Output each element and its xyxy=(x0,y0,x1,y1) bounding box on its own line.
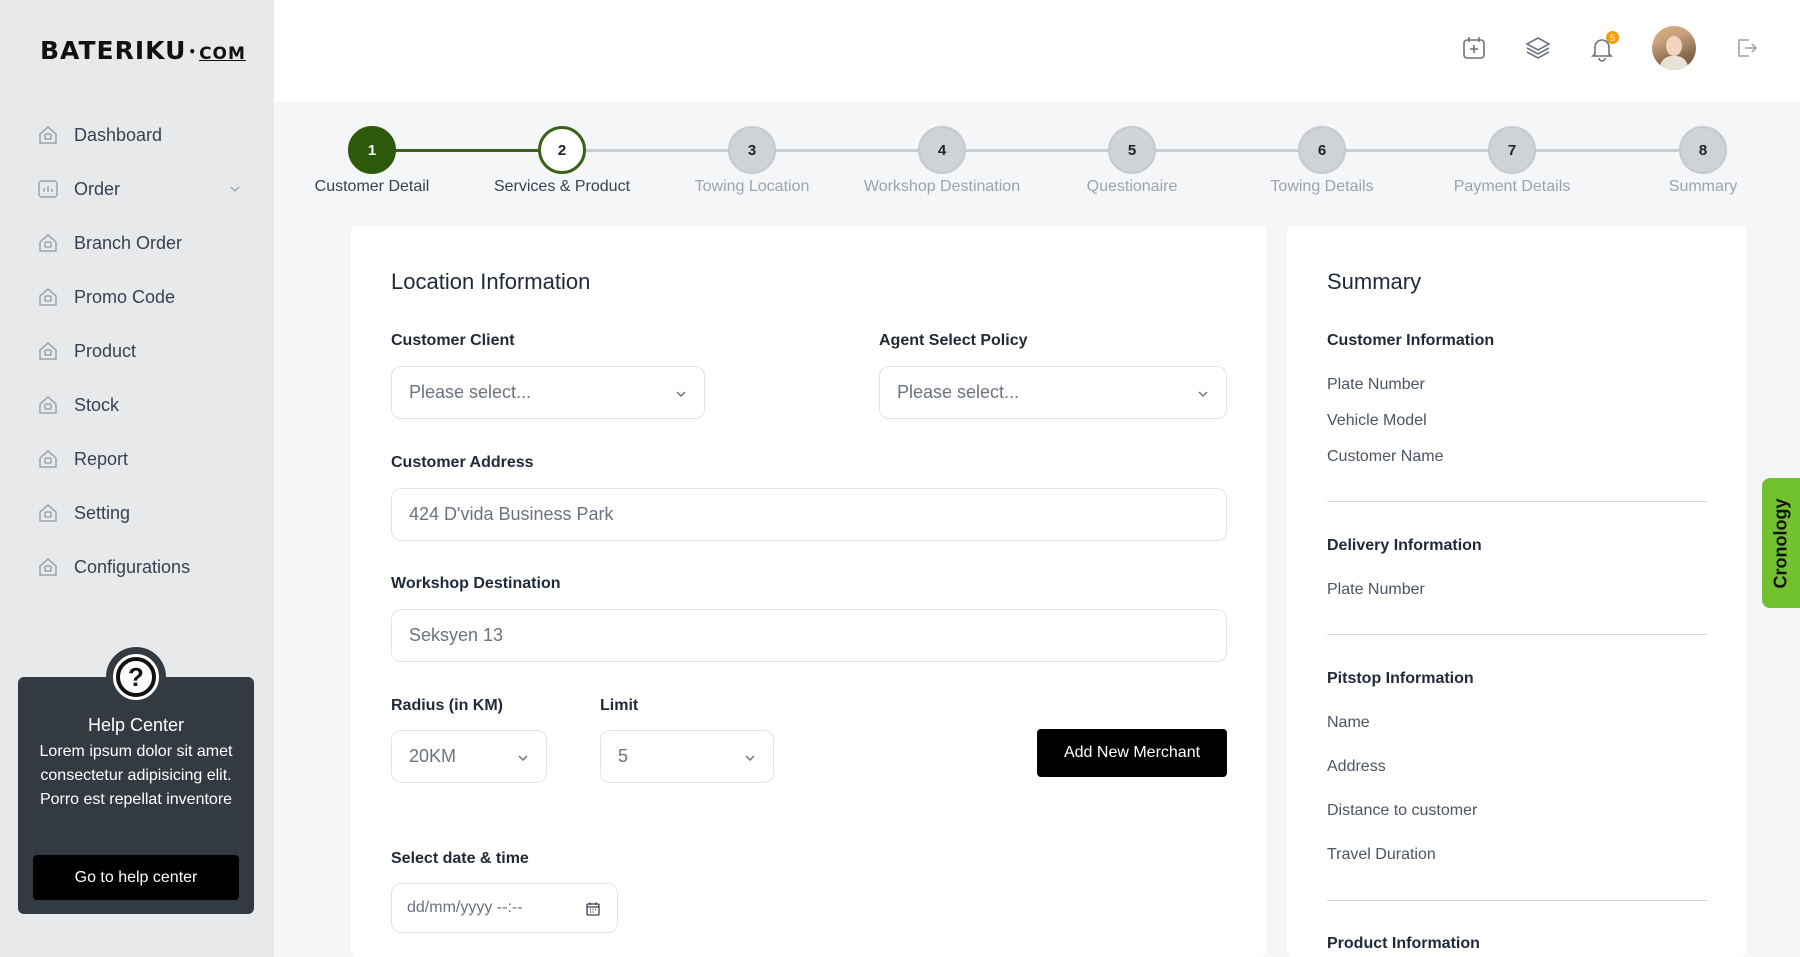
notification-badge: 5 xyxy=(1606,31,1619,44)
customer-information-heading: Customer Information xyxy=(1327,332,1495,349)
form-title: Location Information xyxy=(391,269,591,294)
home-icon xyxy=(39,450,57,468)
delivery-information-heading: Delivery Information xyxy=(1327,537,1482,554)
step-services-product[interactable]: 2 Services & Product xyxy=(472,126,652,196)
sidebar-item-branch-order[interactable]: Branch Order xyxy=(36,216,241,270)
sidebar-item-promo-code[interactable]: Promo Code xyxy=(36,270,241,324)
help-center-card: ? Help Center Lorem ipsum dolor sit amet… xyxy=(18,647,254,914)
customer-address-label: Customer Address xyxy=(391,454,534,471)
pitstop-information-heading: Pitstop Information xyxy=(1327,670,1474,687)
chevron-down-icon xyxy=(518,755,528,762)
divider xyxy=(1327,634,1707,635)
product-information-heading: Product Information xyxy=(1327,935,1480,952)
customer-client-select[interactable]: Please select... xyxy=(391,366,705,419)
limit-select[interactable]: 5 xyxy=(600,730,774,783)
home-icon xyxy=(39,234,57,252)
summary-field: Distance to customer xyxy=(1327,802,1478,819)
home-icon xyxy=(39,558,57,576)
divider xyxy=(1327,900,1707,901)
step-customer-detail[interactable]: 1 Customer Detail xyxy=(282,126,462,196)
sidebar-item-report[interactable]: Report xyxy=(36,432,241,486)
home-icon xyxy=(39,288,57,306)
sidebar-item-dashboard[interactable]: Dashboard xyxy=(36,108,241,162)
summary-field: Name xyxy=(1327,714,1370,731)
calendar-add-icon[interactable] xyxy=(1460,34,1488,62)
customer-address-input[interactable]: 424 D'vida Business Park xyxy=(391,488,1227,541)
summary-field: Customer Name xyxy=(1327,448,1444,465)
radius-select[interactable]: 20KM xyxy=(391,730,547,783)
topbar-actions: 5 xyxy=(1460,26,1760,70)
sidebar: BATERIKU • COM Dashboard Order Branch Orde… xyxy=(0,0,274,957)
sidebar-item-stock[interactable]: Stock xyxy=(36,378,241,432)
chevron-down-icon xyxy=(1198,391,1208,398)
radius-label: Radius (in KM) xyxy=(391,697,503,714)
brand-logo[interactable]: BATERIKU • COM xyxy=(40,36,246,65)
agent-policy-label: Agent Select Policy xyxy=(879,332,1028,349)
summary-field: Address xyxy=(1327,758,1386,775)
help-text: Lorem ipsum dolor sit amet consectetur a… xyxy=(39,743,233,808)
sidebar-item-configurations[interactable]: Configurations xyxy=(36,540,241,594)
limit-label: Limit xyxy=(600,697,639,714)
workshop-destination-label: Workshop Destination xyxy=(391,575,561,592)
go-to-help-center-button[interactable]: Go to help center xyxy=(33,855,239,900)
home-icon xyxy=(39,342,57,360)
location-information-card: Location Information Customer Client Ple… xyxy=(351,226,1266,957)
step-towing-details[interactable]: 6 Towing Details xyxy=(1232,126,1412,196)
summary-field: Travel Duration xyxy=(1327,846,1436,863)
chevron-down-icon xyxy=(676,391,686,398)
notification-bell[interactable]: 5 xyxy=(1588,31,1619,62)
step-workshop-destination[interactable]: 4 Workshop Destination xyxy=(852,126,1032,196)
chevron-down-icon xyxy=(230,186,240,192)
step-summary[interactable]: 8 Summary xyxy=(1613,126,1793,196)
agent-policy-select[interactable]: Please select... xyxy=(879,366,1227,419)
summary-field: Plate Number xyxy=(1327,376,1425,393)
step-payment-details[interactable]: 7 Payment Details xyxy=(1422,126,1602,196)
cronology-tab[interactable]: Cronology xyxy=(1762,478,1800,608)
workshop-destination-input[interactable]: Seksyen 13 xyxy=(391,609,1227,662)
summary-field: Plate Number xyxy=(1327,581,1425,598)
avatar[interactable] xyxy=(1652,26,1696,70)
add-new-merchant-button[interactable]: Add New Merchant xyxy=(1037,729,1227,777)
step-towing-location[interactable]: 3 Towing Location xyxy=(662,126,842,196)
help-icon-wrap: ? xyxy=(106,647,166,707)
sidebar-nav: Dashboard Order Branch Order Promo Code … xyxy=(36,108,241,594)
datetime-label: Select date & time xyxy=(391,850,529,867)
home-icon xyxy=(39,504,57,522)
question-icon: ? xyxy=(116,657,156,697)
home-icon xyxy=(39,396,57,414)
summary-title: Summary xyxy=(1327,269,1422,294)
sidebar-item-setting[interactable]: Setting xyxy=(36,486,241,540)
summary-card: Summary Customer Information Plate Numbe… xyxy=(1287,226,1746,957)
customer-client-label: Customer Client xyxy=(391,332,515,349)
step-questionaire[interactable]: 5 Questionaire xyxy=(1042,126,1222,196)
home-icon xyxy=(39,126,57,144)
help-title: Help Center xyxy=(87,715,185,735)
divider xyxy=(1327,501,1707,502)
topbar: 5 xyxy=(274,0,1800,102)
chevron-down-icon xyxy=(745,755,755,762)
summary-field: Vehicle Model xyxy=(1327,412,1427,429)
datetime-input[interactable]: dd/mm/yyyy --:-- xyxy=(391,883,618,933)
sidebar-item-product[interactable]: Product xyxy=(36,324,241,378)
chart-icon xyxy=(38,180,58,198)
calendar-icon[interactable] xyxy=(585,901,601,917)
sidebar-item-order[interactable]: Order xyxy=(36,162,241,216)
logout-icon[interactable] xyxy=(1732,34,1760,62)
progress-stepper: 1 Customer Detail 2 Services & Product 3… xyxy=(300,124,1760,204)
layers-icon[interactable] xyxy=(1524,34,1552,62)
